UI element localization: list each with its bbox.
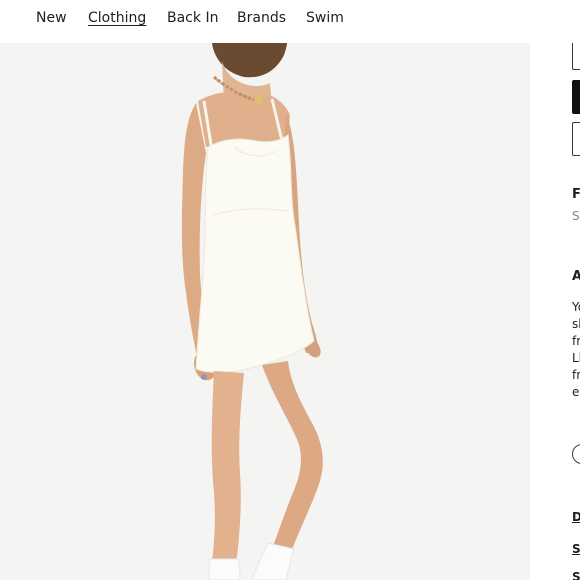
about-heading: A <box>572 269 580 284</box>
product-details-panel: Fi S A Yo sl fr Ll fr er D Sl S <box>530 0 580 580</box>
shipping-link[interactable]: Sl <box>572 542 580 556</box>
description-line: fr <box>572 334 580 348</box>
description-line: Yo <box>572 300 580 314</box>
nav-item-brands[interactable]: Brands <box>237 9 286 27</box>
wishlist-button[interactable] <box>572 122 580 156</box>
fit-value: S <box>572 209 580 223</box>
info-icon[interactable] <box>572 444 580 464</box>
nav-item-new[interactable]: New <box>36 9 67 27</box>
description-line: er <box>572 385 580 399</box>
description-line: Ll <box>572 351 580 365</box>
nav-item-swim[interactable]: Swim <box>306 9 344 27</box>
nav-item-back-in[interactable]: Back In <box>167 9 218 27</box>
add-to-bag-button[interactable] <box>572 80 580 114</box>
fit-heading: Fi <box>572 187 580 202</box>
top-navigation: New Clothing Back In Brands Swim <box>0 0 580 43</box>
nav-item-clothing[interactable]: Clothing <box>88 9 146 27</box>
details-link[interactable]: D <box>572 510 580 524</box>
description-line: sl <box>572 317 580 331</box>
size-guide-link[interactable]: S <box>572 570 580 580</box>
model-illustration <box>0 43 530 580</box>
product-image[interactable] <box>0 43 530 580</box>
description-line: fr <box>572 368 580 382</box>
